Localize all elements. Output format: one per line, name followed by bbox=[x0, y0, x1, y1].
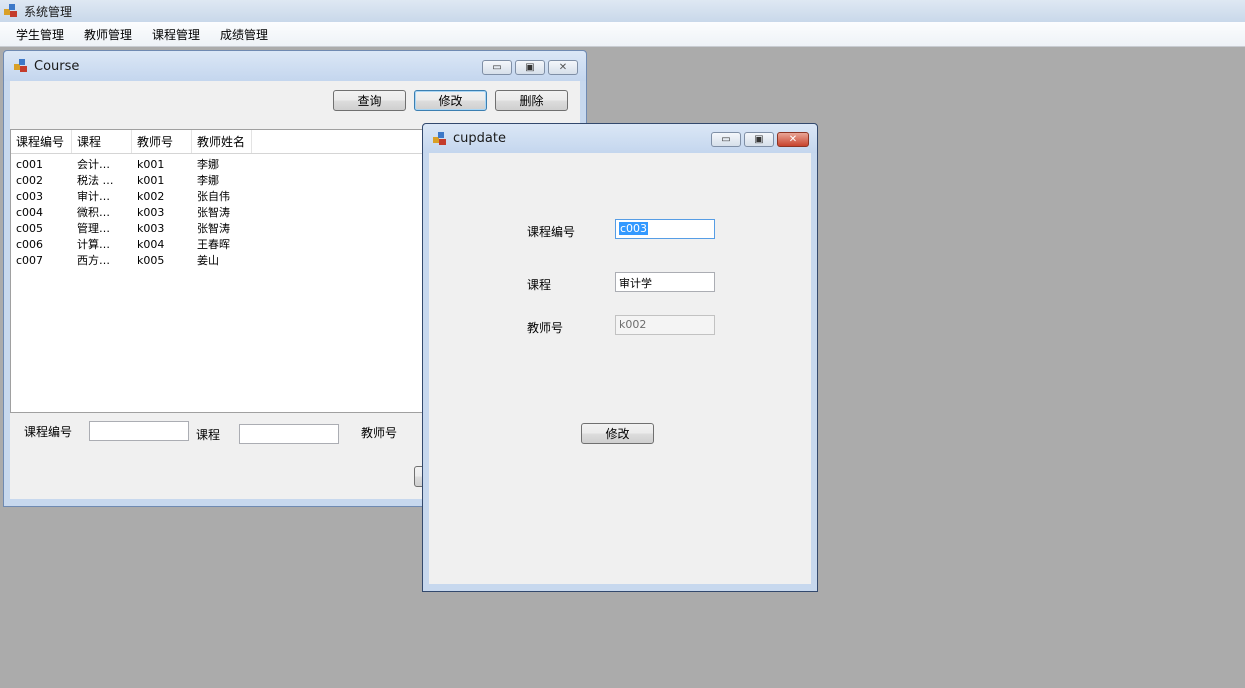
modify-button[interactable]: 修改 bbox=[414, 90, 487, 111]
cell-course-id: c003 bbox=[16, 189, 44, 203]
cell-course: 计算… bbox=[77, 238, 110, 251]
cell-course-id: c007 bbox=[16, 253, 44, 267]
cell-teacher-name: 张自伟 bbox=[197, 190, 230, 203]
cell-teacher-id: k001 bbox=[137, 157, 165, 171]
restore-button[interactable]: ▣ bbox=[744, 132, 774, 147]
menubar: 学生管理 教师管理 课程管理 成绩管理 bbox=[0, 22, 1245, 47]
cell-course-id: c006 bbox=[16, 237, 44, 251]
cell-teacher-id: k003 bbox=[137, 205, 165, 219]
cell-teacher-id: k004 bbox=[137, 237, 165, 251]
cell-course-id: c001 bbox=[16, 157, 44, 171]
cupdate-course-id-label: 课程编号 bbox=[527, 225, 576, 239]
menu-grade-management[interactable]: 成绩管理 bbox=[210, 26, 278, 43]
course-label: 课程 bbox=[196, 428, 221, 442]
menu-course-management[interactable]: 课程管理 bbox=[142, 26, 210, 43]
course-id-input[interactable] bbox=[89, 421, 189, 441]
minimize-icon: ▭ bbox=[492, 61, 502, 73]
cell-teacher-name: 张智涛 bbox=[197, 206, 230, 219]
cell-teacher-id: k003 bbox=[137, 221, 165, 235]
column-header-teacher-id[interactable]: 教师号 bbox=[132, 130, 192, 153]
cell-teacher-name: 张智涛 bbox=[197, 222, 230, 235]
window-icon bbox=[433, 131, 447, 146]
menu-teacher-management[interactable]: 教师管理 bbox=[74, 26, 142, 43]
close-button[interactable]: ✕ bbox=[548, 60, 578, 75]
course-window-title: Course bbox=[34, 58, 80, 74]
cupdate-modify-button[interactable]: 修改 bbox=[581, 423, 654, 444]
menu-student-management[interactable]: 学生管理 bbox=[6, 26, 74, 43]
cell-course: 管理… bbox=[77, 222, 110, 235]
app-titlebar: 系统管理 bbox=[0, 0, 1245, 22]
minimize-icon: ▭ bbox=[721, 133, 731, 145]
minimize-button[interactable]: ▭ bbox=[711, 132, 741, 147]
cell-course: 税法 … bbox=[77, 174, 114, 187]
cell-course-id: c004 bbox=[16, 205, 44, 219]
minimize-button[interactable]: ▭ bbox=[482, 60, 512, 75]
cell-course: 审计… bbox=[77, 190, 110, 203]
cell-teacher-id: k001 bbox=[137, 173, 165, 187]
column-header-course-id[interactable]: 课程编号 bbox=[11, 130, 72, 153]
cupdate-window-title: cupdate bbox=[453, 131, 506, 146]
cell-teacher-id: k002 bbox=[137, 189, 165, 203]
cell-teacher-name: 姜山 bbox=[197, 254, 219, 267]
column-header-course[interactable]: 课程 bbox=[72, 130, 132, 153]
cell-teacher-name: 李娜 bbox=[197, 158, 219, 171]
teacher-id-label: 教师号 bbox=[361, 426, 398, 440]
course-id-label: 课程编号 bbox=[24, 425, 73, 439]
close-icon: ✕ bbox=[558, 61, 568, 73]
cupdate-teacher-id-input: k002 bbox=[615, 315, 715, 335]
close-button[interactable]: ✕ bbox=[777, 132, 809, 147]
cupdate-teacher-id-label: 教师号 bbox=[527, 321, 564, 335]
cell-course: 微积… bbox=[77, 206, 110, 219]
cupdate-course-input[interactable]: 审计学 bbox=[615, 272, 715, 292]
cell-course: 西方… bbox=[77, 254, 110, 267]
restore-icon: ▣ bbox=[754, 133, 764, 145]
course-window-titlebar[interactable]: Course ▭ ▣ ✕ bbox=[4, 51, 586, 81]
app-title: 系统管理 bbox=[24, 4, 73, 19]
selected-text: c003 bbox=[619, 222, 649, 235]
query-button[interactable]: 查询 bbox=[333, 90, 406, 111]
column-header-teacher-name[interactable]: 教师姓名 bbox=[192, 130, 252, 153]
restore-button[interactable]: ▣ bbox=[515, 60, 545, 75]
app-icon bbox=[4, 4, 18, 18]
cell-teacher-name: 王春晖 bbox=[197, 238, 230, 251]
cupdate-window: cupdate ▭ ▣ ✕ 课程编号 c003 课程 审计学 教师号 k002 … bbox=[422, 123, 818, 592]
cell-course: 会计… bbox=[77, 158, 110, 171]
cell-course-id: c005 bbox=[16, 221, 44, 235]
window-icon bbox=[14, 59, 28, 73]
cell-teacher-id: k005 bbox=[137, 253, 165, 267]
cell-teacher-name: 李娜 bbox=[197, 174, 219, 187]
cupdate-course-label: 课程 bbox=[527, 278, 552, 292]
restore-icon: ▣ bbox=[525, 61, 535, 73]
cupdate-course-id-input[interactable]: c003 bbox=[615, 219, 715, 239]
close-icon: ✕ bbox=[788, 133, 798, 145]
cupdate-window-titlebar[interactable]: cupdate ▭ ▣ ✕ bbox=[423, 124, 817, 153]
delete-button[interactable]: 删除 bbox=[495, 90, 568, 111]
cell-course-id: c002 bbox=[16, 173, 44, 187]
cupdate-window-client: 课程编号 c003 课程 审计学 教师号 k002 修改 bbox=[429, 153, 811, 584]
course-input[interactable] bbox=[239, 424, 339, 444]
